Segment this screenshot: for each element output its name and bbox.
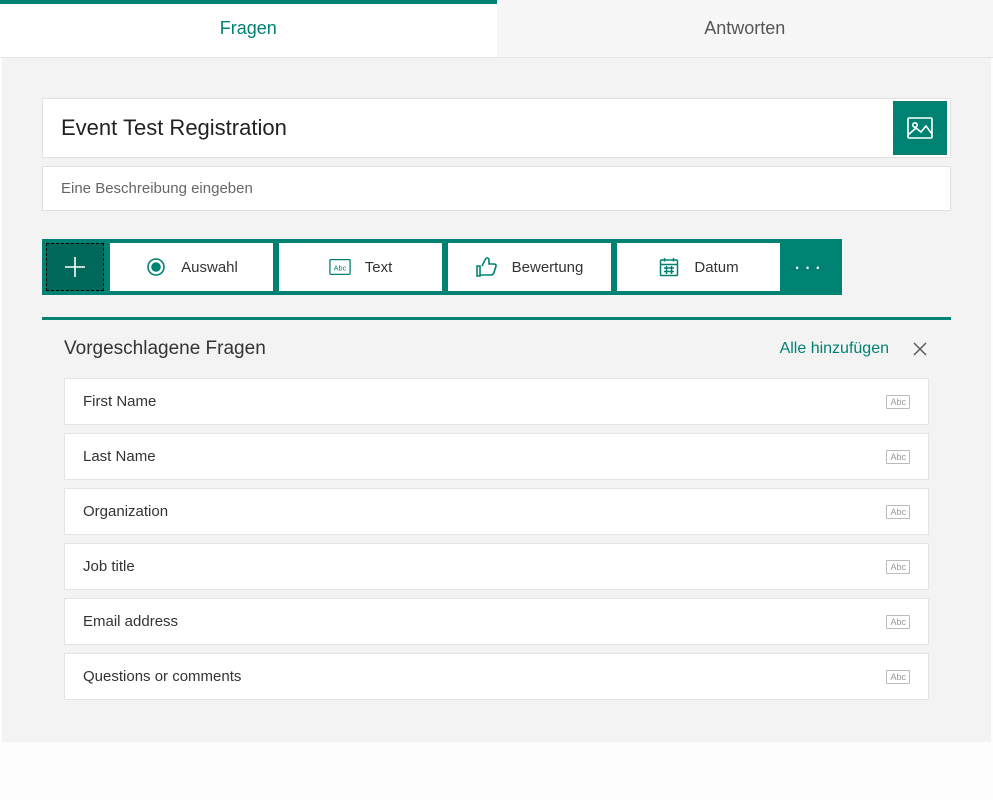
text-type-icon: Abc — [886, 395, 910, 409]
radio-icon — [145, 256, 167, 278]
form-title-card: Event Test Registration — [42, 98, 951, 158]
type-rating-label: Bewertung — [512, 259, 584, 276]
more-types-button[interactable]: ··· — [780, 243, 838, 291]
suggested-questions-panel: Vorgeschlagene Fragen Alle hinzufügen Fi… — [42, 317, 951, 722]
tab-questions[interactable]: Fragen — [0, 0, 497, 57]
form-editor: Event Test Registration Eine Beschreibun… — [2, 58, 991, 742]
text-icon: Abc — [329, 256, 351, 278]
text-type-icon: Abc — [886, 450, 910, 464]
type-choice-label: Auswahl — [181, 259, 238, 276]
text-type-icon: Abc — [886, 615, 910, 629]
suggested-item[interactable]: Email address Abc — [64, 598, 929, 645]
suggested-item-label: Last Name — [83, 448, 156, 465]
suggested-item[interactable]: Last Name Abc — [64, 433, 929, 480]
image-icon — [907, 117, 933, 139]
type-choice-button[interactable]: Auswahl — [110, 243, 273, 291]
suggested-item[interactable]: Organization Abc — [64, 488, 929, 535]
form-title-input[interactable]: Event Test Registration — [61, 115, 287, 141]
suggested-actions: Alle hinzufügen — [780, 340, 929, 358]
add-question-button[interactable] — [46, 243, 104, 291]
type-rating-button[interactable]: Bewertung — [448, 243, 611, 291]
type-date-button[interactable]: Datum — [617, 243, 780, 291]
suggested-item-label: Job title — [83, 558, 135, 575]
suggested-item[interactable]: First Name Abc — [64, 378, 929, 425]
close-suggested-button[interactable] — [911, 340, 929, 358]
calendar-icon — [658, 256, 680, 278]
tab-questions-label: Fragen — [220, 18, 277, 39]
suggested-item[interactable]: Job title Abc — [64, 543, 929, 590]
text-type-icon: Abc — [886, 670, 910, 684]
suggested-item-label: First Name — [83, 393, 156, 410]
suggested-header: Vorgeschlagene Fragen Alle hinzufügen — [64, 338, 929, 360]
plus-icon — [62, 254, 88, 280]
tab-answers-label: Antworten — [704, 18, 785, 39]
suggested-item[interactable]: Questions or comments Abc — [64, 653, 929, 700]
thumbs-up-icon — [476, 256, 498, 278]
question-type-toolbar: Auswahl Abc Text Bewertung — [42, 239, 842, 295]
close-icon — [912, 341, 928, 357]
type-text-label: Text — [365, 259, 393, 276]
suggested-item-label: Questions or comments — [83, 668, 241, 685]
tab-bar: Fragen Antworten — [0, 0, 993, 58]
form-description-input[interactable]: Eine Beschreibung eingeben — [42, 166, 951, 211]
text-type-icon: Abc — [886, 560, 910, 574]
ellipsis-icon: ··· — [794, 254, 825, 280]
suggested-item-label: Email address — [83, 613, 178, 630]
type-text-button[interactable]: Abc Text — [279, 243, 442, 291]
type-date-label: Datum — [694, 259, 738, 276]
svg-text:Abc: Abc — [333, 264, 346, 273]
form-description-placeholder: Eine Beschreibung eingeben — [61, 180, 253, 197]
suggested-title: Vorgeschlagene Fragen — [64, 338, 266, 360]
tab-answers[interactable]: Antworten — [497, 0, 993, 57]
suggested-item-label: Organization — [83, 503, 168, 520]
text-type-icon: Abc — [886, 505, 910, 519]
add-all-button[interactable]: Alle hinzufügen — [780, 340, 889, 358]
add-image-button[interactable] — [893, 101, 947, 155]
